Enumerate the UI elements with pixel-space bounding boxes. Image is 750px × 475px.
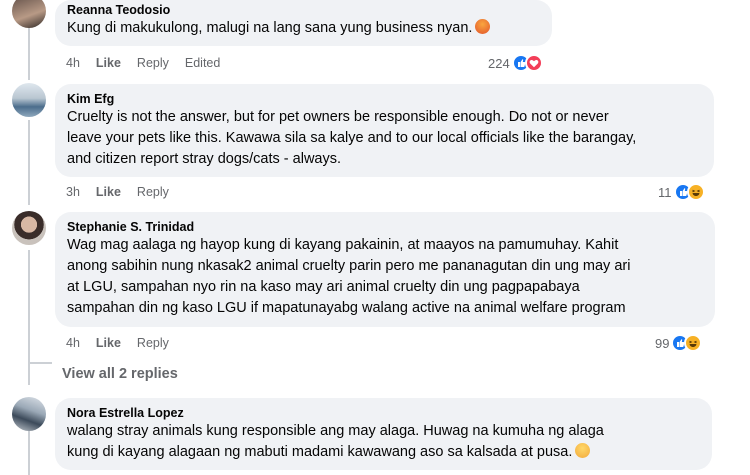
comment-author[interactable]: Stephanie S. Trinidad: [67, 219, 703, 235]
comment-actions: 3h Like Reply: [66, 184, 185, 200]
comment-actions: 4h Like Reply Edited: [66, 55, 236, 71]
thread-line: [28, 250, 30, 385]
comment-bubble: Nora Estrella Lopez walang stray animals…: [55, 398, 712, 470]
reply-button[interactable]: Reply: [137, 185, 169, 199]
angry-emoji-icon: [475, 19, 491, 34]
comment-bubble: Stephanie S. Trinidad Wag mag aalaga ng …: [55, 212, 715, 327]
reaction-count: 11: [658, 184, 672, 200]
reply-button[interactable]: Reply: [137, 336, 169, 350]
relieved-emoji-icon: [575, 443, 591, 458]
like-button[interactable]: Like: [96, 185, 121, 199]
avatar[interactable]: [12, 0, 46, 28]
reactions-summary[interactable]: 224: [488, 53, 543, 73]
comment-text-line: walang stray animals kung responsible an…: [67, 423, 604, 439]
comment-text-line: Wag mag aalaga ng hayop kung di kayang p…: [67, 237, 619, 253]
reactions-summary[interactable]: 99: [655, 333, 703, 353]
comment-text: Kung di makukulong, malugi na lang sana …: [67, 18, 540, 39]
comment-text-line: at LGU, sampahan nyo rin na kaso may ari…: [67, 279, 580, 295]
comment-text-line: Cruelty is not the answer, but for pet o…: [67, 109, 609, 125]
thread-line: [28, 430, 30, 475]
reaction-count: 224: [488, 55, 510, 71]
comment-author[interactable]: Kim Efg: [67, 91, 702, 107]
comment-bubble: Reanna Teodosio Kung di makukulong, malu…: [55, 0, 552, 46]
comment-actions: 4h Like Reply: [66, 335, 185, 351]
reply-button[interactable]: Reply: [137, 56, 169, 70]
timestamp[interactable]: 3h: [66, 185, 80, 199]
timestamp[interactable]: 4h: [66, 56, 80, 70]
avatar[interactable]: [12, 211, 46, 245]
reply-connector: [28, 362, 52, 364]
comment-text-line: leave your pets like this. Kawawa sila s…: [67, 130, 637, 146]
haha-icon: [686, 183, 705, 201]
reactions-summary[interactable]: 11: [658, 182, 705, 202]
avatar[interactable]: [12, 83, 46, 117]
view-replies-link[interactable]: View all 2 replies: [62, 366, 178, 382]
love-icon: [524, 54, 543, 72]
comment-bubble: Kim Efg Cruelty is not the answer, but f…: [55, 84, 714, 177]
thread-line: [28, 120, 30, 205]
comment-text: kung di kayang alagaan ng mabuti madami …: [67, 442, 700, 463]
reaction-count: 99: [655, 335, 670, 351]
comment-author[interactable]: Reanna Teodosio: [67, 2, 540, 18]
like-button[interactable]: Like: [96, 56, 121, 70]
comment-author[interactable]: Nora Estrella Lopez: [67, 405, 700, 421]
edited-label[interactable]: Edited: [185, 56, 220, 70]
comment-text-line: sampahan din ng kaso LGU if mapatunayabg…: [67, 300, 626, 316]
avatar[interactable]: [12, 397, 46, 431]
haha-icon: [684, 334, 703, 352]
timestamp[interactable]: 4h: [66, 336, 80, 350]
comment-text-line: and citizen report stray dogs/cats - alw…: [67, 151, 342, 167]
like-button[interactable]: Like: [96, 336, 121, 350]
comment-text-line: anong sabihin nung nkasak2 animal cruelt…: [67, 258, 631, 274]
